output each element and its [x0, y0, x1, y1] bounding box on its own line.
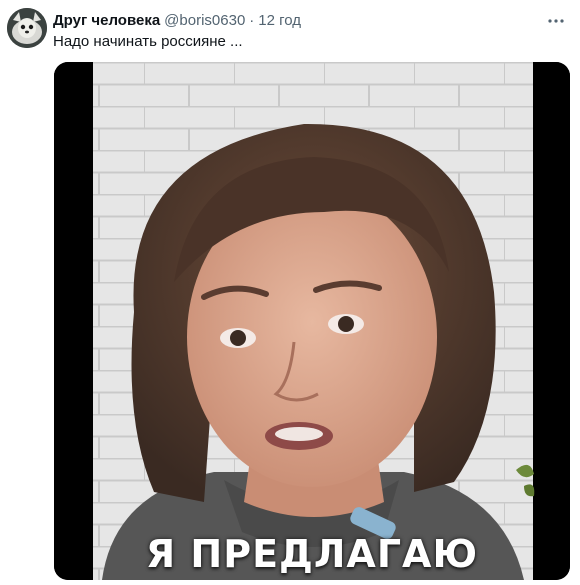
tweet-media[interactable]: Я ПРЕДЛАГАЮ	[54, 62, 570, 580]
avatar[interactable]	[7, 8, 47, 48]
tweet-header: Друг человека @boris0630 · 12 год	[53, 10, 301, 30]
display-name[interactable]: Друг человека	[53, 12, 160, 29]
tweet[interactable]: Друг человека @boris0630 · 12 год Надо н…	[0, 0, 580, 585]
timestamp[interactable]: 12 год	[258, 12, 301, 29]
video-frame	[54, 62, 570, 580]
separator-dot: ·	[249, 11, 255, 29]
more-horizontal-icon[interactable]	[546, 11, 566, 31]
video-caption: Я ПРЕДЛАГАЮ	[145, 532, 479, 576]
tweet-text: Надо начинать россияне ...	[53, 33, 243, 50]
user-handle[interactable]: @boris0630	[164, 12, 245, 29]
